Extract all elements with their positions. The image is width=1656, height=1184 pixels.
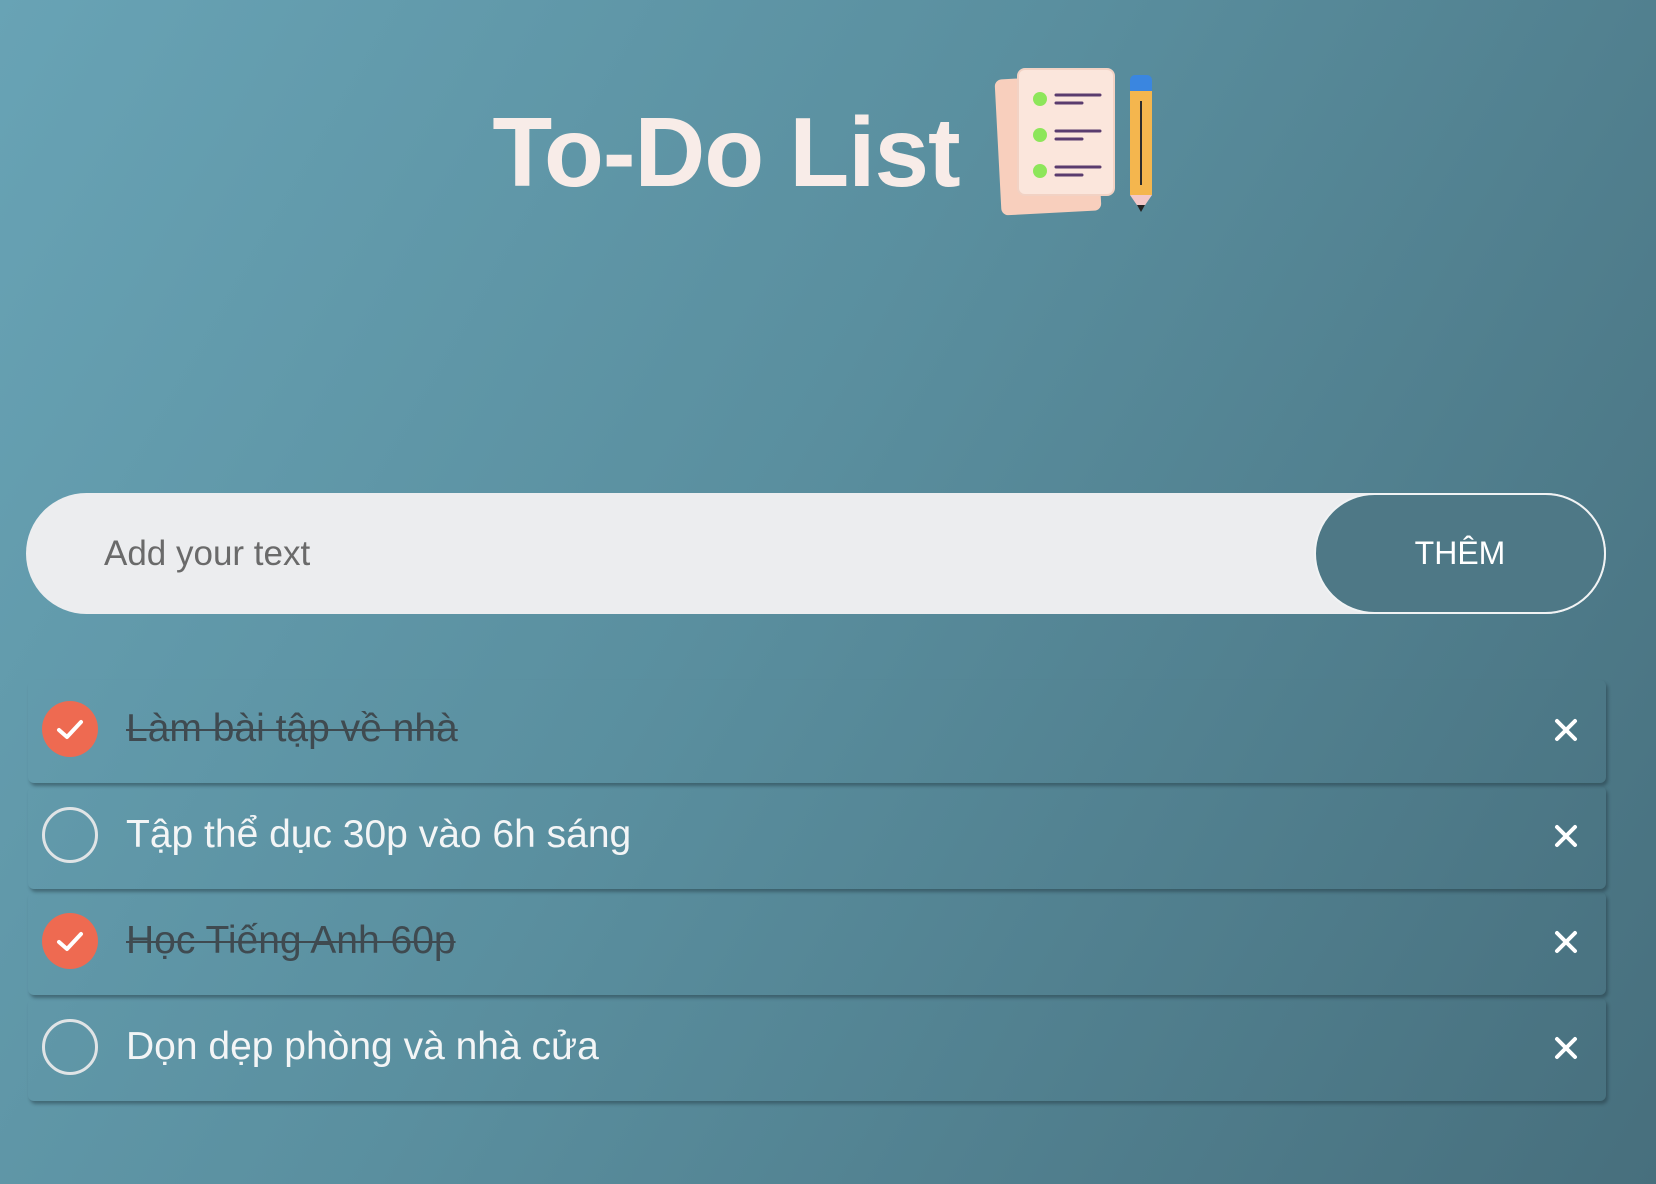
checkmark-icon [57, 932, 83, 951]
todo-item[interactable]: Học Tiếng Anh 60p [28, 892, 1606, 995]
todo-item[interactable]: Dọn dẹp phòng và nhà cửa [28, 998, 1606, 1101]
page-title: To-Do List [492, 96, 960, 207]
todo-item[interactable]: Tập thể dục 30p vào 6h sáng [28, 786, 1606, 889]
checkbox-unchecked[interactable] [42, 807, 98, 863]
app-header: To-Do List [0, 56, 1656, 226]
todo-label: Tập thể dục 30p vào 6h sáng [126, 813, 632, 856]
close-icon [1555, 931, 1577, 953]
close-icon [1555, 1037, 1577, 1059]
checkmark-icon [57, 720, 83, 739]
todo-label: Dọn dẹp phòng và nhà cửa [126, 1025, 599, 1068]
todo-label: Làm bài tập về nhà [126, 707, 458, 750]
todo-label: Học Tiếng Anh 60p [126, 919, 456, 962]
close-icon [1555, 825, 1577, 847]
close-icon [1555, 719, 1577, 741]
delete-button[interactable] [1544, 1026, 1588, 1070]
checkbox-unchecked[interactable] [42, 1019, 98, 1075]
add-todo-bar: THÊM [26, 493, 1606, 614]
add-button[interactable]: THÊM [1314, 493, 1606, 614]
checkbox-checked[interactable] [42, 701, 98, 757]
todo-item[interactable]: Làm bài tập về nhà [28, 680, 1606, 783]
todo-text-input[interactable] [104, 493, 1304, 614]
delete-button[interactable] [1544, 708, 1588, 752]
delete-button[interactable] [1544, 920, 1588, 964]
checklist-with-pencil-icon [994, 68, 1152, 216]
checkbox-checked[interactable] [42, 913, 98, 969]
todo-list: Làm bài tập về nhà Tập thể dục 30p vào 6… [28, 680, 1606, 1104]
delete-button[interactable] [1544, 814, 1588, 858]
